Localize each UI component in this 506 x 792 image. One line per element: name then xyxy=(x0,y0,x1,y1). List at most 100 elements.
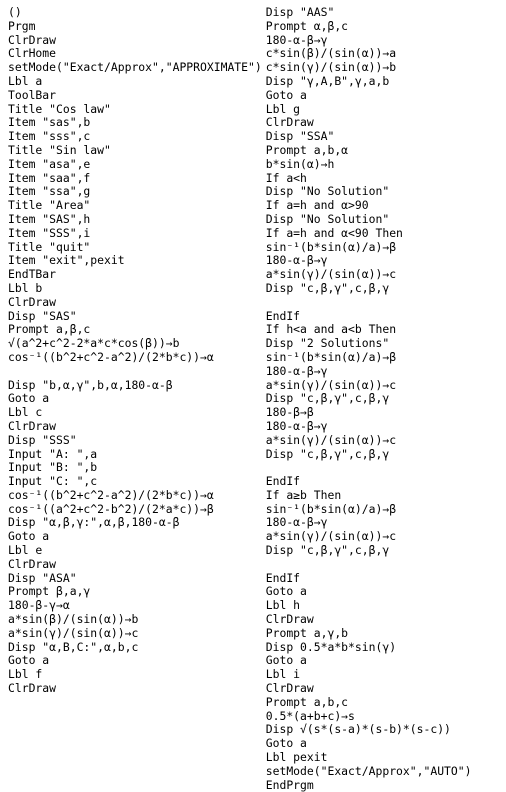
left-line: EndTBar xyxy=(8,268,262,282)
left-line: Disp "α,B,C:",α,b,c xyxy=(8,641,262,655)
left-line: Disp "b,α,γ",b,α,180-α-β xyxy=(8,379,262,393)
right-line: If a=h and α>90 xyxy=(266,199,506,213)
right-line: Disp "2 Solutions" xyxy=(266,337,506,351)
right-line: 180-α-β→γ xyxy=(266,420,506,434)
right-line: 180-β→β xyxy=(266,406,506,420)
left-line: Lbl b xyxy=(8,282,262,296)
right-line: b*sin(α)→h xyxy=(266,158,506,172)
right-line xyxy=(266,558,506,572)
right-line: Prompt a,b,c xyxy=(266,696,506,710)
right-line: ClrDraw xyxy=(266,613,506,627)
left-line: Item "exit",pexit xyxy=(8,254,262,268)
left-line: Input "A: ",a xyxy=(8,448,262,462)
left-line: Disp "SSS" xyxy=(8,434,262,448)
right-line: 180-α-β→γ xyxy=(266,34,506,48)
left-line: √(a^2+c^2-2*a*c*cos(β))→b xyxy=(8,337,262,351)
left-line: Title "Area" xyxy=(8,199,262,213)
right-line: Disp 0.5*a*b*sin(γ) xyxy=(266,641,506,655)
right-line: If h<a and a<b Then xyxy=(266,323,506,337)
right-line: Disp "γ,A,B",γ,a,b xyxy=(266,75,506,89)
right-line: 0.5*(a+b+c)→s xyxy=(266,710,506,724)
right-line: sin⁻¹(b*sin(α)/a)→β xyxy=(266,241,506,255)
right-line xyxy=(266,296,506,310)
left-line: cos⁻¹((b^2+c^2-a^2)/(2*b*c))→α xyxy=(8,489,262,503)
right-line: Lbl pexit xyxy=(266,751,506,765)
left-line: ClrDraw xyxy=(8,682,262,696)
right-line: Goto a xyxy=(266,737,506,751)
right-line xyxy=(266,461,506,475)
right-line: EndPrgm xyxy=(266,779,506,792)
left-line: Item "SAS",h xyxy=(8,213,262,227)
right-line: a*sin(γ)/(sin(α))→c xyxy=(266,434,506,448)
right-line: Disp √(s*(s-a)*(s-b)*(s-c)) xyxy=(266,723,506,737)
left-line: Item "SSS",i xyxy=(8,227,262,241)
left-line: a*sin(β)/(sin(α))→b xyxy=(8,613,262,627)
right-line: ClrDraw xyxy=(266,682,506,696)
code-column-right: Disp "AAS"Prompt α,β,c180-α-β→γc*sin(β)/… xyxy=(262,6,506,792)
right-line: a*sin(γ)/(sin(α))→c xyxy=(266,379,506,393)
right-line: c*sin(γ)/(sin(α))→b xyxy=(266,61,506,75)
left-line: Item "sas",b xyxy=(8,116,262,130)
left-line: Lbl a xyxy=(8,75,262,89)
right-line: 180-α-β→γ xyxy=(266,254,506,268)
right-line: Goto a xyxy=(266,654,506,668)
right-line: If a=h and α<90 Then xyxy=(266,227,506,241)
left-line: 180-β-γ→α xyxy=(8,599,262,613)
left-line: ClrDraw xyxy=(8,296,262,310)
right-line: c*sin(β)/(sin(α))→a xyxy=(266,47,506,61)
left-line: Item "asa",e xyxy=(8,158,262,172)
right-line: Disp "No Solution" xyxy=(266,213,506,227)
left-line: a*sin(γ)/(sin(α))→c xyxy=(8,627,262,641)
left-line: ToolBar xyxy=(8,89,262,103)
right-line: If a<h xyxy=(266,172,506,186)
right-line: Disp "c,β,γ",c,β,γ xyxy=(266,282,506,296)
left-line: cos⁻¹((b^2+c^2-a^2)/(2*b*c))→α xyxy=(8,351,262,365)
left-line xyxy=(8,365,262,379)
right-line: Lbl i xyxy=(266,668,506,682)
left-line: cos⁻¹((a^2+c^2-b^2)/(2*a*c))→β xyxy=(8,503,262,517)
left-line: Title "quit" xyxy=(8,241,262,255)
right-line: a*sin(γ)/(sin(α))→c xyxy=(266,268,506,282)
left-line: Item "sss",c xyxy=(8,130,262,144)
left-line: Title "Cos law" xyxy=(8,103,262,117)
right-line: Lbl h xyxy=(266,599,506,613)
left-line: Input "C: ",c xyxy=(8,475,262,489)
left-line: ClrDraw xyxy=(8,420,262,434)
right-line: Prompt a,b,α xyxy=(266,144,506,158)
left-line: ClrDraw xyxy=(8,558,262,572)
left-line: () xyxy=(8,6,262,20)
right-line: 180-α-β→γ xyxy=(266,516,506,530)
left-line: setMode("Exact/Approx","APPROXIMATE") xyxy=(8,61,262,75)
right-line: Goto a xyxy=(266,89,506,103)
right-line: Disp "SSA" xyxy=(266,130,506,144)
left-line: Lbl c xyxy=(8,406,262,420)
left-line: Prgm xyxy=(8,20,262,34)
right-line: a*sin(γ)/(sin(α))→c xyxy=(266,530,506,544)
left-line: ClrHome xyxy=(8,47,262,61)
right-line: EndIf xyxy=(266,475,506,489)
right-line: Disp "c,β,γ",c,β,γ xyxy=(266,392,506,406)
right-line: Disp "AAS" xyxy=(266,6,506,20)
right-line: Disp "No Solution" xyxy=(266,185,506,199)
right-line: setMode("Exact/Approx","AUTO") xyxy=(266,765,506,779)
left-line: Disp "SAS" xyxy=(8,310,262,324)
right-line: Disp "c,β,γ",c,β,γ xyxy=(266,544,506,558)
left-line: Disp "ASA" xyxy=(8,572,262,586)
right-line: EndIf xyxy=(266,310,506,324)
right-line: Disp "c,β,γ",c,β,γ xyxy=(266,448,506,462)
right-line: Prompt a,γ,b xyxy=(266,627,506,641)
left-line: Goto a xyxy=(8,530,262,544)
left-line: Prompt β,a,γ xyxy=(8,585,262,599)
right-line: Goto a xyxy=(266,585,506,599)
right-line: sin⁻¹(b*sin(α)/a)→β xyxy=(266,503,506,517)
left-line: Lbl e xyxy=(8,544,262,558)
code-columns: ()Prgm ClrDraw ClrHomesetMode("Exact/Appro… xyxy=(8,6,500,792)
left-line: Lbl f xyxy=(8,668,262,682)
left-line: Goto a xyxy=(8,654,262,668)
left-line: Item "saa",f xyxy=(8,172,262,186)
right-line: 180-α-β→γ xyxy=(266,365,506,379)
right-line: EndIf xyxy=(266,572,506,586)
right-line: sin⁻¹(b*sin(α)/a)→β xyxy=(266,351,506,365)
left-line: Disp "α,β,γ:",α,β,180-α-β xyxy=(8,516,262,530)
left-line: Prompt a,β,c xyxy=(8,323,262,337)
